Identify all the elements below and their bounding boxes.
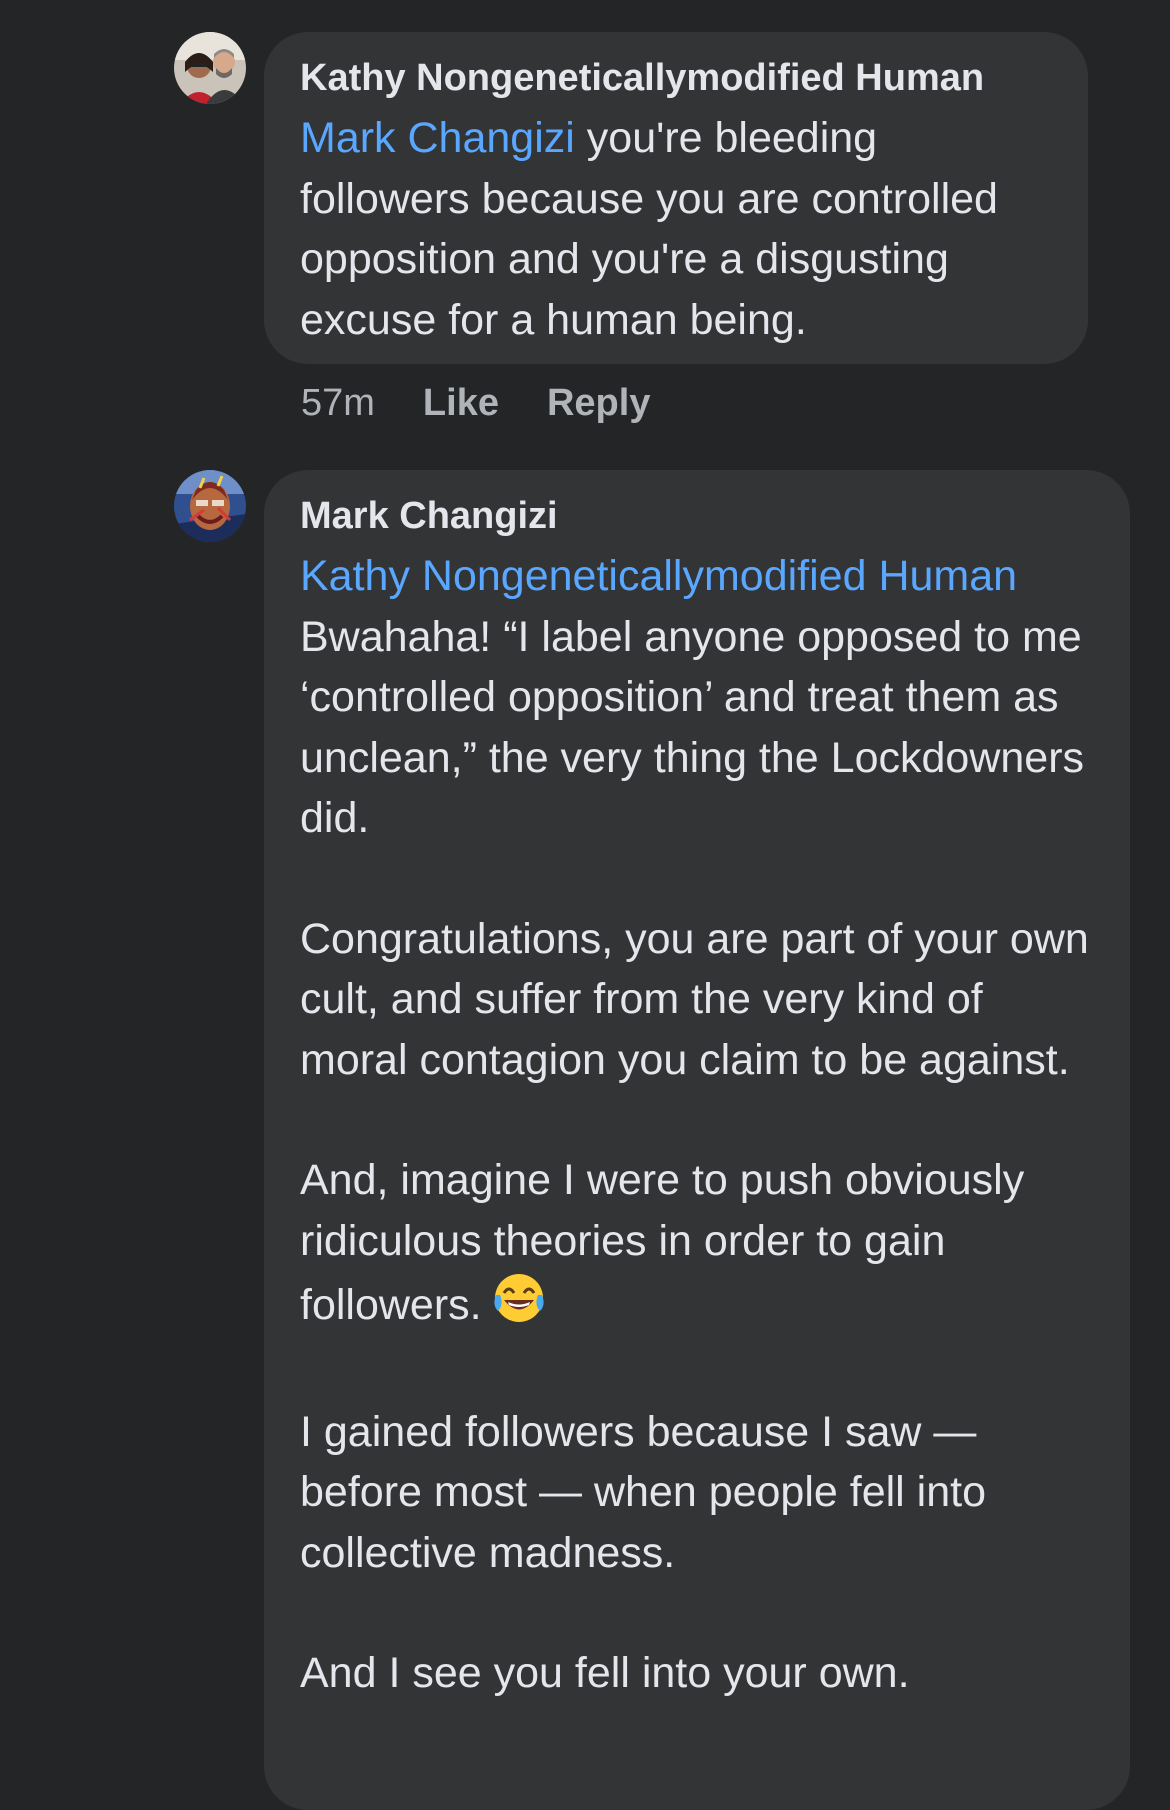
comment-timestamp[interactable]: 57m — [301, 382, 375, 424]
mention-link[interactable]: Mark Changizi — [300, 114, 575, 162]
comment-body: Kathy Nongeneticallymodified Human Bwahah… — [300, 546, 1094, 1704]
avatar-mark[interactable] — [174, 470, 246, 542]
comment-body: Mark Changizi you're bleeding followers … — [300, 108, 1052, 350]
comment-paragraph: Kathy Nongeneticallymodified Human Bwahah… — [300, 552, 1085, 842]
comment-bubble: Kathy Nongeneticallymodified Human Mark … — [264, 32, 1088, 364]
comment-paragraph: And, imagine I were to push obviously ri… — [300, 1150, 1094, 1342]
mention-link[interactable]: Kathy Nongeneticallymodified Human — [300, 552, 1017, 600]
reply-button[interactable]: Reply — [547, 382, 650, 424]
comment-author[interactable]: Kathy Nongeneticallymodified Human — [300, 54, 1052, 102]
avatar-kathy[interactable] — [174, 32, 246, 104]
comment-paragraph: Congratulations, you are part of your ow… — [300, 914, 1089, 1084]
like-button[interactable]: Like — [423, 382, 499, 424]
laughing-crying-emoji-icon — [492, 1271, 546, 1342]
comment-author[interactable]: Mark Changizi — [300, 492, 1094, 540]
comment-paragraph: Mark Changizi you're bleeding followers … — [300, 114, 998, 344]
comment-paragraph: I gained followers because I saw — befor… — [300, 1407, 987, 1577]
comment-paragraph: And I see you fell into your own. — [300, 1649, 910, 1697]
comment-bubble: Mark Changizi Kathy Nongeneticallymodifi… — [264, 470, 1130, 1810]
comment-actions: 57m Like Reply — [301, 382, 698, 425]
